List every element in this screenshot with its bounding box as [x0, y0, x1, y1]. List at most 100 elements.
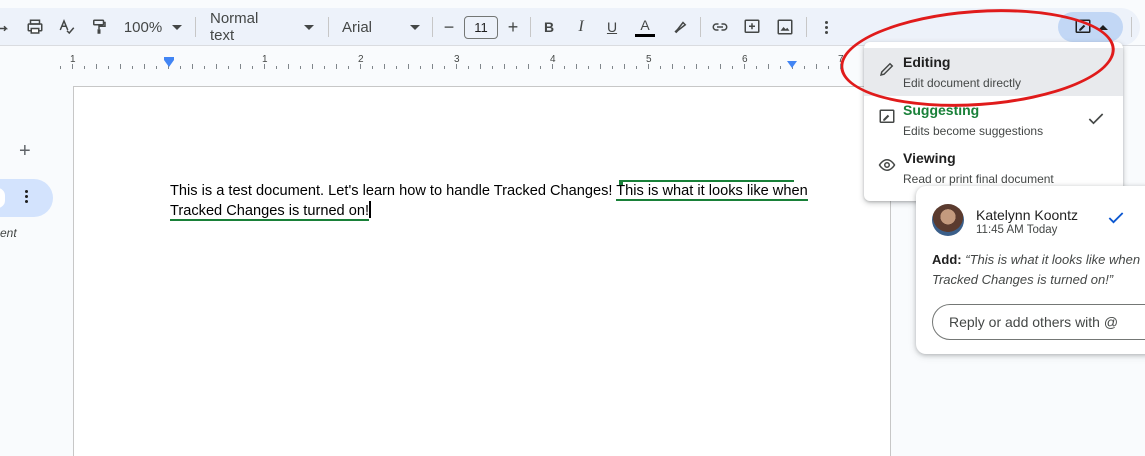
- paint-format-icon[interactable]: [88, 15, 110, 39]
- text-cursor: [369, 201, 371, 218]
- menu-item-title: Viewing: [903, 150, 956, 166]
- document-text: This is a test document. Let's learn how…: [170, 183, 617, 199]
- comment-text: “This is what it looks like when: [965, 252, 1141, 267]
- ruler-tick: [612, 66, 613, 69]
- ruler-tick: [240, 64, 241, 69]
- menu-item-desc: Edits become suggestions: [903, 124, 1044, 138]
- ruler-number: 7: [838, 54, 844, 65]
- ruler-tick: [624, 64, 625, 69]
- menu-item-desc: Edit document directly: [903, 76, 1022, 90]
- ruler-tick: [96, 64, 97, 69]
- ruler-tick: [600, 64, 601, 69]
- decrease-font-size-button[interactable]: −: [440, 15, 458, 39]
- ruler-tick: [576, 64, 577, 69]
- ruler-tick: [540, 66, 541, 69]
- ruler-tick: [288, 64, 289, 69]
- print-icon[interactable]: [24, 15, 46, 39]
- ruler-tick: [420, 66, 421, 69]
- suggestion-comment-card[interactable]: Katelynn Koontz 11:45 AM Today Add: “Thi…: [916, 186, 1145, 354]
- document-page[interactable]: [73, 86, 891, 456]
- ruler-tick: [804, 66, 805, 69]
- bold-button[interactable]: B: [540, 15, 558, 39]
- more-options-icon[interactable]: [816, 15, 836, 39]
- chevron-down-icon: [172, 24, 183, 30]
- right-indent-marker[interactable]: [787, 61, 797, 68]
- ruler-number: 3: [454, 54, 460, 65]
- comment-time: 11:45 AM Today: [976, 224, 1058, 236]
- ruler-tick: [84, 66, 85, 69]
- ruler-tick: [336, 64, 337, 69]
- ruler-tick: [660, 66, 661, 69]
- toolbar-divider: [195, 17, 196, 37]
- comment-text-line2: Tracked Changes is turned on!”: [932, 272, 1114, 287]
- ruler-number: 1: [70, 54, 76, 65]
- ruler-tick: [348, 66, 349, 69]
- ruler-tick: [732, 66, 733, 69]
- font-size-input[interactable]: 11: [464, 16, 498, 39]
- ruler-tick: [504, 64, 505, 69]
- menu-item-suggesting[interactable]: Suggesting Edits become suggestions: [864, 96, 1123, 144]
- chevron-up-icon: [1097, 24, 1108, 30]
- add-tab-button[interactable]: +: [19, 140, 31, 163]
- ruler-number: 6: [742, 54, 748, 65]
- document-body[interactable]: This is a test document. Let's learn how…: [170, 181, 810, 221]
- add-comment-icon[interactable]: [741, 15, 763, 39]
- toolbar-divider: [1131, 17, 1132, 37]
- link-icon[interactable]: [709, 15, 731, 39]
- menu-item-viewing[interactable]: Viewing Read or print final document: [864, 144, 1123, 192]
- editing-mode-menu: Editing Edit document directly Suggestin…: [864, 42, 1123, 201]
- toolbar-divider: [328, 17, 329, 37]
- ruler-tick: [516, 66, 517, 69]
- ruler-tick: [780, 66, 781, 69]
- ruler-tick: [180, 66, 181, 69]
- text-color-letter: A: [640, 16, 650, 33]
- text-color-button[interactable]: A: [634, 15, 656, 39]
- ruler-tick: [252, 66, 253, 69]
- ruler-number: 2: [358, 54, 364, 65]
- toolbar-divider: [530, 17, 531, 37]
- redo-icon[interactable]: [0, 15, 14, 39]
- toolbar-divider: [700, 17, 701, 37]
- editing-mode-button[interactable]: [1058, 12, 1123, 42]
- first-line-indent-marker[interactable]: [164, 57, 174, 60]
- font-select[interactable]: Arial: [342, 15, 420, 39]
- font-value: Arial: [342, 18, 373, 36]
- menu-item-title: Suggesting: [903, 102, 980, 118]
- ruler-tick: [444, 66, 445, 69]
- insert-image-icon[interactable]: [774, 15, 796, 39]
- suggest-icon: [1075, 19, 1090, 33]
- italic-button[interactable]: I: [572, 15, 590, 39]
- ruler-tick: [756, 66, 757, 69]
- toolbar-divider: [432, 17, 433, 37]
- ruler-tick: [468, 66, 469, 69]
- ruler-tick: [276, 66, 277, 69]
- paragraph-style-select[interactable]: Normal text: [210, 10, 314, 44]
- ruler-tick: [408, 64, 409, 69]
- accept-suggestion-icon[interactable]: [1106, 208, 1126, 228]
- ruler-tick: [708, 66, 709, 69]
- menu-item-editing[interactable]: Editing Edit document directly: [864, 48, 1123, 96]
- ruler-tick: [432, 64, 433, 69]
- left-indent-marker[interactable]: [164, 60, 174, 67]
- ruler-tick: [768, 64, 769, 69]
- eye-icon: [878, 158, 896, 172]
- chevron-down-icon: [304, 24, 314, 30]
- ruler-number: 4: [550, 54, 556, 65]
- ruler-tick: [312, 64, 313, 69]
- tab-options-icon[interactable]: [20, 186, 32, 206]
- checkmark-icon: [1088, 113, 1104, 125]
- reply-input[interactable]: Reply or add others with @: [932, 304, 1145, 340]
- toolbar-divider: [806, 17, 807, 37]
- ruler-tick: [480, 64, 481, 69]
- spellcheck-icon[interactable]: [56, 15, 78, 39]
- ruler-tick: [120, 64, 121, 69]
- ruler-tick: [492, 66, 493, 69]
- highlight-icon[interactable]: [670, 15, 690, 39]
- increase-font-size-button[interactable]: +: [504, 15, 522, 39]
- zoom-select[interactable]: 100%: [122, 15, 184, 39]
- underline-button[interactable]: U: [603, 15, 621, 39]
- tab-subtitle: ent: [0, 226, 17, 240]
- ruler-tick: [828, 66, 829, 69]
- ruler-tick: [816, 64, 817, 69]
- ruler-tick: [396, 66, 397, 69]
